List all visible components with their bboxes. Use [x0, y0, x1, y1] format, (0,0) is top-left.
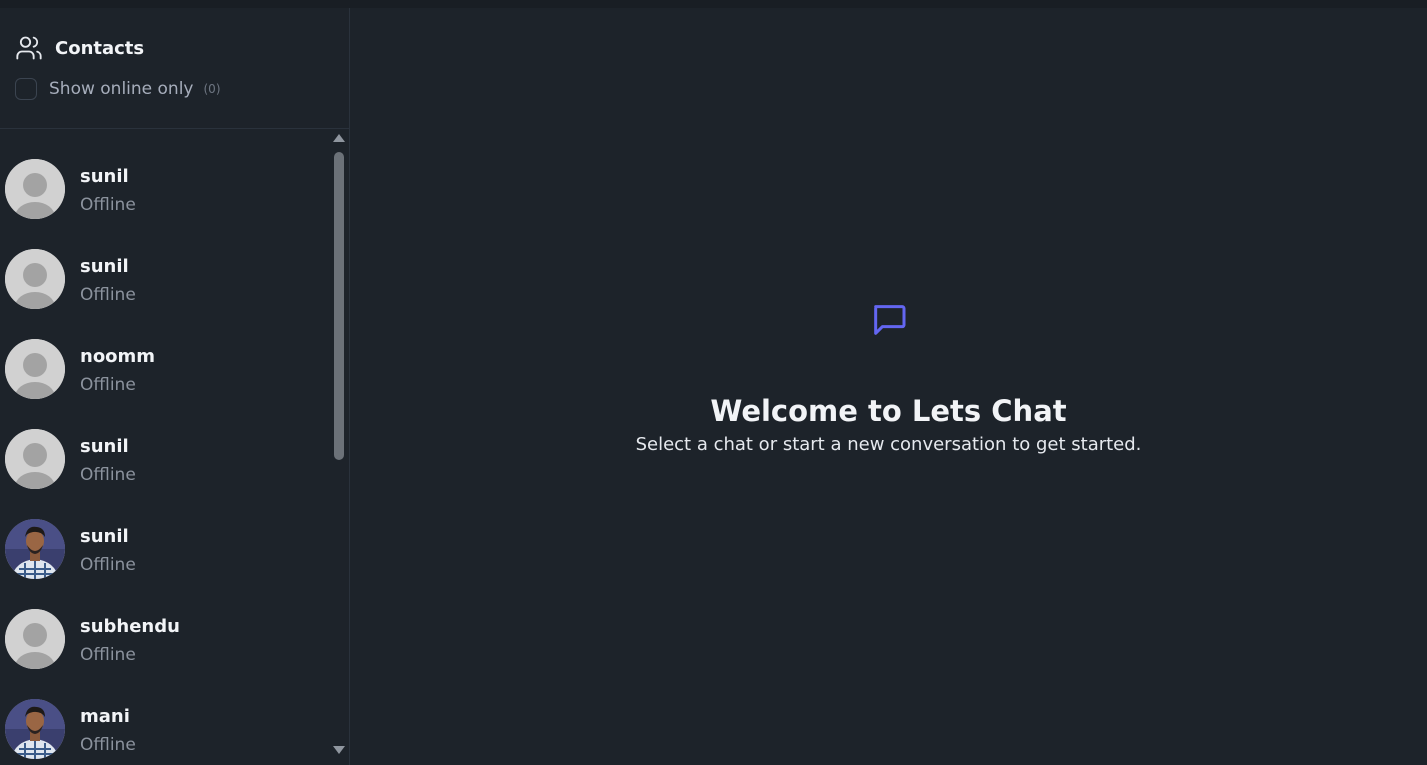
contact-status: Offline [80, 645, 136, 665]
show-online-checkbox[interactable] [15, 78, 37, 100]
contact-name: sunil [80, 256, 129, 277]
avatar [5, 249, 65, 309]
contact-status: Offline [80, 465, 136, 485]
online-count: (0) [203, 82, 221, 96]
avatar [5, 339, 65, 399]
users-icon [15, 34, 43, 62]
welcome-subtitle: Select a chat or start a new conversatio… [635, 434, 1142, 455]
contact-item[interactable]: sunil Offline [0, 420, 330, 510]
contacts-title: Contacts [55, 37, 145, 59]
avatar-photo [5, 519, 65, 579]
scroll-down-arrow[interactable] [333, 746, 345, 754]
sidebar-header: Contacts Show online only (0) [0, 8, 349, 129]
contact-name: sunil [80, 166, 129, 187]
contact-item[interactable]: noomm Offline [0, 330, 330, 420]
avatar [5, 609, 65, 669]
contact-status: Offline [80, 195, 136, 215]
contact-list[interactable]: sunil Offline sunil Offline noomm Offlin… [0, 129, 349, 765]
contact-status: Offline [80, 285, 136, 305]
avatar [5, 429, 65, 489]
contact-item[interactable]: sunil Offline [0, 150, 330, 240]
contact-item[interactable]: sunil Offline [0, 240, 330, 330]
contacts-sidebar: Contacts Show online only (0) sunil Offl… [0, 8, 350, 765]
top-bar [0, 0, 1427, 8]
contact-name: sunil [80, 526, 129, 547]
app-container: Contacts Show online only (0) sunil Offl… [0, 8, 1427, 765]
contact-name: noomm [80, 346, 156, 367]
contact-status: Offline [80, 375, 136, 395]
show-online-only-toggle[interactable]: Show online only (0) [15, 78, 221, 100]
avatar-photo [5, 699, 65, 759]
message-square-icon [869, 300, 909, 344]
welcome-panel: Welcome to Lets Chat Select a chat or st… [350, 300, 1427, 455]
contact-name: sunil [80, 436, 129, 457]
show-online-label: Show online only [49, 79, 194, 99]
contact-status: Offline [80, 735, 136, 755]
contact-item[interactable]: mani Offline [0, 690, 330, 765]
welcome-title: Welcome to Lets Chat [710, 394, 1067, 428]
chat-area: Welcome to Lets Chat Select a chat or st… [350, 8, 1427, 765]
avatar [5, 159, 65, 219]
scroll-up-arrow[interactable] [333, 134, 345, 142]
contact-item[interactable]: sunil Offline [0, 510, 330, 600]
contact-status: Offline [80, 555, 136, 575]
contact-name: mani [80, 706, 130, 727]
contact-item[interactable]: subhendu Offline [0, 600, 330, 690]
scrollbar-thumb[interactable] [334, 152, 344, 460]
contact-name: subhendu [80, 616, 180, 637]
contacts-heading: Contacts [15, 34, 144, 62]
